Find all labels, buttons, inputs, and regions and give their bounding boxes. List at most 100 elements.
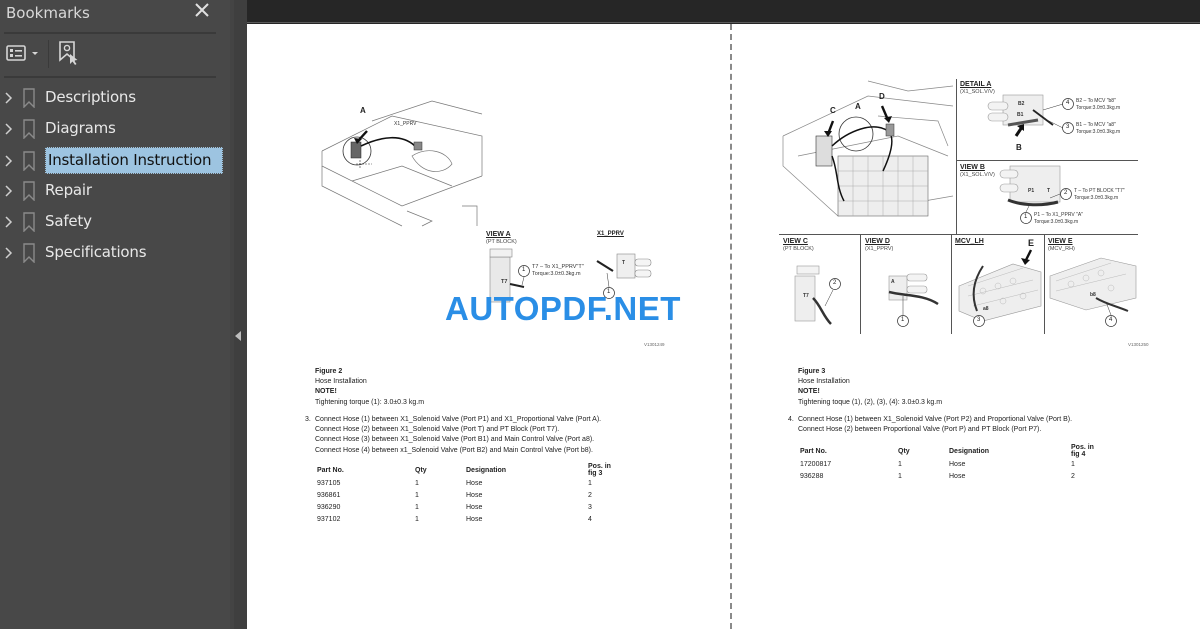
page-right: C A D DETAIL A (X1_SOL.V/V) B2 B1 B 4 B2… — [733, 24, 1200, 629]
page-spread[interactable]: A X1_PPRV VIEW A (PT BLOCK) 1 T7 T7 – To… — [247, 24, 1200, 629]
port-label: T — [622, 260, 626, 266]
callout-line: Torque:3.0±0.3kg.m — [1076, 105, 1121, 111]
close-panel-button[interactable] — [192, 1, 212, 23]
column-header: Part No. — [317, 466, 344, 474]
table-row: 936288 1 Hose 2 — [800, 470, 1100, 482]
cell-designation: Hose — [949, 472, 966, 480]
step-line: Connect Hose (2) between Proportional Va… — [798, 426, 1042, 434]
cell-qty: 1 — [415, 515, 419, 523]
parts-table: Part No. Qty Designation Pos. in fig 3 9… — [317, 463, 617, 525]
bookmark-descriptions[interactable]: Descriptions — [0, 84, 228, 112]
cell-qty: 1 — [415, 503, 419, 511]
bookmark-repair[interactable]: Repair — [0, 177, 228, 205]
cell-position: 1 — [1071, 460, 1075, 468]
table-row: 937105 1 Hose 1 — [317, 477, 617, 489]
callout-letter: A — [855, 102, 861, 111]
column-header: Part No. — [800, 447, 827, 455]
table-row: 936861 1 Hose 2 — [317, 489, 617, 501]
bookmark-specifications[interactable]: Specifications — [0, 239, 228, 267]
callout-letter: A — [360, 106, 366, 115]
divider — [4, 76, 216, 78]
port-label: T7 — [501, 279, 508, 285]
chevron-right-icon[interactable] — [4, 183, 14, 199]
view-d-panel: VIEW D (X1_PPRV) A 1 — [863, 236, 951, 334]
list-options-icon — [6, 45, 38, 61]
cell-qty: 1 — [415, 491, 419, 499]
callout-line: Torque:3.0±0.3kg.m — [1074, 195, 1119, 201]
figure-caption: Figure 2 Hose Installation NOTE! Tighten… — [315, 367, 424, 408]
table-header-row: Part No. Qty Designation Pos. in fig 4 — [800, 444, 1100, 458]
callout-number: 1 — [522, 267, 526, 273]
page-left: A X1_PPRV VIEW A (PT BLOCK) 1 T7 T7 – To… — [247, 24, 729, 629]
bookmark-label: Specifications — [45, 243, 147, 261]
callout-letter: C — [830, 106, 836, 115]
figure-caption: Figure 3 Hose Installation NOTE! Tighten… — [798, 367, 942, 408]
cell-position: 4 — [588, 515, 592, 523]
new-bookmark-icon — [59, 41, 78, 65]
watermark-text: AUTOPDF.NET — [445, 290, 681, 327]
callout-text: B2 – To MCV "b8" Torque:3.0±0.3kg.m — [1076, 98, 1120, 112]
bookmark-label: Descriptions — [45, 88, 136, 106]
chevron-right-icon[interactable] — [4, 90, 14, 106]
cell-part-no: 937102 — [317, 515, 341, 523]
divider — [4, 32, 216, 34]
callout-text-line-2: Torque:3.0±0.3kg.m — [532, 271, 581, 277]
page-boundary — [730, 24, 732, 629]
figure-label: X1_PPRV — [394, 121, 417, 127]
collapse-panel-icon[interactable] — [234, 330, 242, 342]
bookmark-icon — [23, 119, 35, 139]
step-line: Connect Hose (1) between X1_Solenoid Val… — [798, 416, 1073, 423]
panel-border — [1044, 234, 1045, 334]
column-header: Designation — [949, 447, 990, 455]
bookmark-label: Diagrams — [45, 119, 116, 137]
callout-line: B1 – To MCV "a8" — [1076, 122, 1116, 128]
step-4: 4. Connect Hose (1) between X1_Solenoid … — [788, 415, 1188, 440]
panel-title: Bookmarks — [6, 4, 90, 22]
toolbar-separator — [48, 40, 49, 68]
step-number: 3. — [305, 416, 311, 423]
panel-border — [951, 234, 952, 334]
callout-number: 1 — [1024, 214, 1028, 220]
view-b-panel: VIEW B (X1_SOL.V/V) P1 T 2 T – To PT BLO… — [958, 162, 1138, 234]
table-header-row: Part No. Qty Designation Pos. in fig 3 — [317, 463, 617, 477]
cell-position: 2 — [588, 491, 592, 499]
cell-part-no: 17200817 — [800, 460, 832, 468]
chevron-right-icon[interactable] — [4, 153, 14, 169]
bookmark-safety[interactable]: Safety — [0, 208, 228, 236]
figure-3-overview-illustration: C A D — [778, 76, 956, 234]
bookmark-installation-instruction[interactable]: Installation Instruction — [0, 147, 228, 175]
chevron-right-icon[interactable] — [4, 214, 14, 230]
bookmark-options-button[interactable] — [6, 42, 42, 64]
step-line: Connect Hose (1) between X1_Solenoid Val… — [315, 416, 602, 423]
parts-table: Part No. Qty Designation Pos. in fig 4 1… — [800, 444, 1100, 482]
callout-number: 2 — [833, 280, 837, 286]
cell-part-no: 937105 — [317, 479, 341, 487]
cell-part-no: 936288 — [800, 472, 824, 480]
step-line: Connect Hose (4) between x1_Solenoid Val… — [315, 446, 593, 454]
cell-qty: 1 — [898, 472, 902, 480]
close-icon — [195, 3, 209, 17]
note-heading: NOTE! — [315, 388, 337, 396]
callout-line: Torque:3.0±0.3kg.m — [1076, 129, 1121, 135]
bookmark-icon — [23, 243, 35, 263]
callout-number: 3 — [1066, 124, 1070, 130]
cell-designation: Hose — [949, 460, 966, 468]
cell-qty: 1 — [898, 460, 902, 468]
callout-line: P1 – To X1_PPRV "A" — [1034, 212, 1083, 218]
callout-number: 2 — [1064, 190, 1068, 196]
bookmark-diagrams[interactable]: Diagrams — [0, 115, 228, 143]
chevron-right-icon[interactable] — [4, 121, 14, 137]
cell-designation: Hose — [466, 479, 483, 487]
figure-code: V1301249 — [644, 342, 665, 347]
document-top-bar — [247, 0, 1200, 23]
view-arrow-letter: B — [1016, 143, 1022, 152]
column-header: Qty — [898, 447, 910, 455]
port-label: a8 — [983, 306, 989, 312]
panel-splitter[interactable] — [230, 0, 247, 629]
callout-number: 1 — [901, 317, 905, 323]
port-label: T — [1047, 188, 1051, 194]
new-bookmark-button[interactable] — [57, 40, 81, 66]
callout-text: P1 – To X1_PPRV "A" Torque:3.0±0.3kg.m — [1034, 212, 1083, 226]
chevron-right-icon[interactable] — [4, 245, 14, 261]
bookmark-icon — [23, 181, 35, 201]
